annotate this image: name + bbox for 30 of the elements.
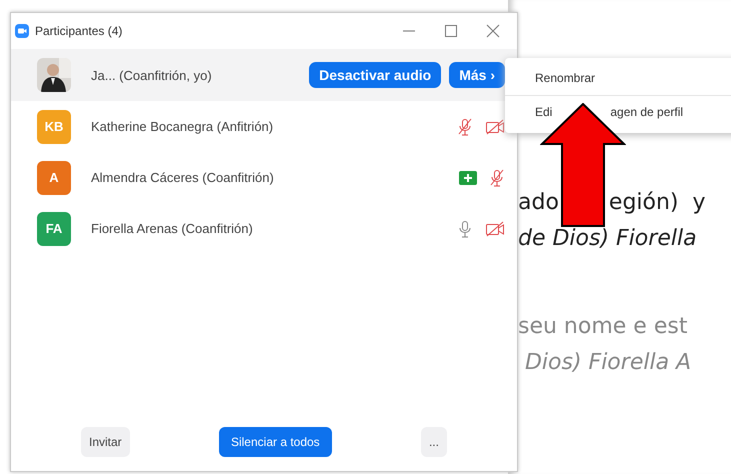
mute-button[interactable]: Desactivar audio: [309, 62, 442, 88]
participant-row[interactable]: Ja... (Coanfitrión, yo) Desactivar audio Más ›: [11, 49, 517, 101]
video-off-icon: [485, 220, 505, 236]
more-button[interactable]: Más ›: [449, 62, 505, 88]
more-options-button[interactable]: ...: [420, 427, 447, 457]
close-icon[interactable]: [485, 23, 501, 39]
avatar-initials: FA: [37, 212, 71, 246]
mute-all-button[interactable]: Silenciar a todos: [218, 427, 332, 457]
participant-row[interactable]: FA Fiorella Arenas (Coanfitrión): [11, 203, 517, 254]
maximize-icon[interactable]: [443, 23, 459, 39]
muted-mic-icon: [489, 168, 505, 186]
camera-icon: [15, 24, 29, 38]
mic-icon: [457, 220, 473, 238]
document-text: de Dios) Fiorella: [518, 226, 697, 253]
document-text: Dios) Fiorella A: [524, 350, 692, 377]
participant-name: Fiorella Arenas (Coanfitrión): [91, 221, 253, 236]
muted-mic-icon: [457, 118, 473, 136]
participant-name: Ja... (Coanfitrión, yo): [91, 68, 212, 82]
avatar-initials: A: [37, 160, 71, 194]
invite-button[interactable]: Invitar: [81, 427, 130, 457]
participant-name: Almendra Cáceres (Coanfitrión): [91, 170, 274, 185]
window-title: Participantes (4): [35, 24, 122, 38]
document-text: seu nome e est: [518, 314, 688, 341]
document-text: egión) y: [608, 190, 706, 217]
video-off-icon: [485, 118, 505, 134]
participant-row[interactable]: A Almendra Cáceres (Coanfitrión): [11, 152, 517, 203]
participant-name: Katherine Bocanegra (Anfitrión): [91, 119, 274, 134]
avatar-initials: KB: [37, 110, 71, 144]
screen-share-icon: [459, 170, 477, 184]
document-text: ado: [518, 190, 559, 217]
